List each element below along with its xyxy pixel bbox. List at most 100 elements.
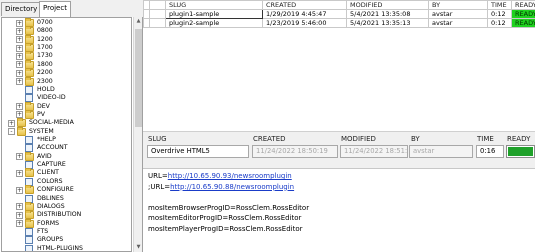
tab-project[interactable]: Project — [39, 1, 71, 17]
modified-field: 11/24/2022 18:51:33 — [340, 145, 408, 158]
tree-item-label: AVID — [37, 152, 52, 160]
expand-icon[interactable]: + — [16, 153, 23, 161]
cell-slug[interactable]: plugin2-sample — [165, 18, 263, 28]
tree-item-fts[interactable]: FTS — [2, 228, 131, 236]
tree-item-0800[interactable]: +0800 — [2, 26, 131, 36]
tree-item-help[interactable]: *HELP — [2, 136, 131, 145]
ready-progress-fill — [508, 147, 533, 156]
cell-time[interactable]: 0:12 — [487, 18, 512, 28]
scroll-up-arrow-icon[interactable]: ▲ — [134, 17, 143, 26]
cell-modified[interactable]: 5/4/2021 13:35:08 — [346, 9, 429, 19]
url1-prefix: URL= — [148, 172, 168, 180]
tree-item-label: 2300 — [37, 77, 53, 85]
collapse-icon[interactable]: - — [8, 128, 15, 136]
tree-item-video-id[interactable]: VIDEO-ID — [2, 94, 131, 103]
text-line-url2: ;URL=http://10.65.90.88/newsroomplugin — [148, 182, 535, 193]
expand-icon[interactable]: + — [16, 27, 23, 35]
cell-ready-status[interactable]: READY — [511, 18, 535, 28]
expand-icon[interactable]: + — [16, 52, 23, 60]
cell-created[interactable]: 1/23/2019 5:46:00 — [262, 18, 347, 28]
tree-scrollbar[interactable]: ▲ ▼ — [133, 17, 142, 252]
expand-icon[interactable]: + — [16, 36, 23, 44]
expand-icon[interactable]: + — [16, 103, 23, 111]
tree-item-label: 1200 — [37, 35, 53, 43]
grid-header-created[interactable]: CREATED — [262, 0, 347, 10]
grid-header-ready[interactable]: READY — [511, 0, 535, 10]
expand-icon[interactable]: + — [16, 19, 23, 27]
cell-modified[interactable]: 5/4/2021 13:35:13 — [346, 18, 429, 28]
expand-icon[interactable]: + — [16, 61, 23, 69]
url1-link[interactable]: http://10.65.90.93/newsroomplugin — [168, 172, 292, 180]
detail-label-by: BY — [411, 135, 420, 143]
expand-icon[interactable]: + — [16, 220, 23, 228]
by-field: avstar — [409, 145, 473, 158]
tree-item-capture[interactable]: CAPTURE — [2, 161, 131, 170]
tree-item-colors[interactable]: COLORS — [2, 177, 131, 186]
story-text-area[interactable]: URL=http://10.65.90.93/newsroomplugin ;U… — [143, 169, 535, 252]
expand-icon[interactable]: + — [16, 169, 23, 177]
tree-item-avid[interactable]: + AVID — [2, 151, 131, 161]
folder-icon — [25, 76, 34, 86]
tree-item-account[interactable]: ACCOUNT — [2, 144, 131, 153]
tree-item-client[interactable]: + CLIENT — [2, 168, 131, 178]
tree-item-label: COLORS — [37, 177, 63, 185]
grid-header-slug[interactable]: SLUG — [165, 0, 263, 10]
tree-item-dev[interactable]: + DEV — [2, 101, 131, 111]
tree-item-0700[interactable]: +0700 — [2, 18, 131, 27]
cell-ready-status[interactable]: READY — [511, 9, 535, 19]
row-checkbox[interactable] — [149, 18, 166, 28]
tree-item-groups[interactable]: GROUPS — [2, 236, 131, 245]
row-checkbox[interactable] — [149, 9, 166, 19]
tree-item-1730[interactable]: +1730 — [2, 51, 131, 61]
url2-link[interactable]: http://10.65.90.88/newsroomplugin — [170, 183, 294, 191]
tree-item-label: CLIENT — [37, 169, 59, 177]
created-field: 11/24/2022 18:50:19 — [252, 145, 338, 158]
expand-icon[interactable]: + — [16, 78, 23, 86]
folder-icon — [25, 109, 34, 119]
detail-label-created: CREATED — [253, 135, 286, 143]
tree-item-dblines[interactable]: DBLINES — [2, 194, 131, 203]
tree-item-dialogs[interactable]: + DIALOGS — [2, 201, 131, 211]
tree-item-forms[interactable]: + FORMS — [2, 218, 131, 228]
tree-item-html-plugins[interactable]: HTML-PLUGINS — [2, 244, 131, 251]
slug-field[interactable]: Overdrive HTML5 — [147, 145, 249, 158]
tree-item-label: 1700 — [37, 44, 53, 52]
tree-item-system[interactable]: - SYSTEM — [2, 126, 131, 136]
tree-item-hold[interactable]: HOLD — [2, 85, 131, 94]
tree-item-1800[interactable]: +1800 — [2, 59, 131, 69]
tree-item-2300[interactable]: +2300 — [2, 76, 131, 86]
cell-by[interactable]: avstar — [428, 9, 488, 19]
grid-header-by[interactable]: BY — [428, 0, 488, 10]
expand-icon[interactable]: + — [16, 186, 23, 194]
tree-item-1700[interactable]: +1700 — [2, 43, 131, 53]
tree-item-configure[interactable]: + CONFIGURE — [2, 185, 131, 195]
cell-created[interactable]: 1/29/2019 4:45:47 — [262, 9, 347, 19]
tree-item-label: 0700 — [37, 19, 53, 26]
text-line-url1: URL=http://10.65.90.93/newsroomplugin — [148, 171, 535, 182]
grid-row[interactable]: plugin1-sample 1/29/2019 4:45:47 5/4/202… — [143, 9, 535, 19]
grid-header-time[interactable]: TIME — [487, 0, 512, 10]
expand-icon[interactable]: + — [16, 211, 23, 219]
cell-by[interactable]: avstar — [428, 18, 488, 28]
expand-icon[interactable]: + — [16, 44, 23, 52]
tree-item-label: SOCIAL-MEDIA — [29, 119, 74, 127]
cell-time[interactable]: 0:12 — [487, 9, 512, 19]
expand-icon[interactable]: + — [16, 203, 23, 211]
scroll-down-arrow-icon[interactable]: ▼ — [134, 243, 143, 252]
scrollbar-thumb[interactable] — [135, 29, 142, 127]
tree-item-label: HOLD — [37, 85, 55, 93]
time-field[interactable]: 0:16 — [476, 145, 504, 158]
tree-item-2200[interactable]: +2200 — [2, 68, 131, 78]
tree-item-1200[interactable]: +1200 — [2, 34, 131, 44]
cell-slug[interactable]: plugin1-sample — [165, 9, 263, 19]
expand-icon[interactable]: + — [16, 69, 23, 77]
tab-directory[interactable]: Directory — [1, 2, 42, 16]
tree-item-distribution[interactable]: + DISTRIBUTION — [2, 210, 131, 220]
grid-header-modified[interactable]: MODIFIED — [346, 0, 429, 10]
grid-row[interactable]: plugin2-sample 1/23/2019 5:46:00 5/4/202… — [143, 18, 535, 28]
expand-icon[interactable]: + — [8, 119, 15, 127]
queue-icon — [25, 244, 33, 251]
grid-empty-area[interactable] — [143, 40, 535, 131]
tree-item-label: ACCOUNT — [37, 144, 68, 152]
